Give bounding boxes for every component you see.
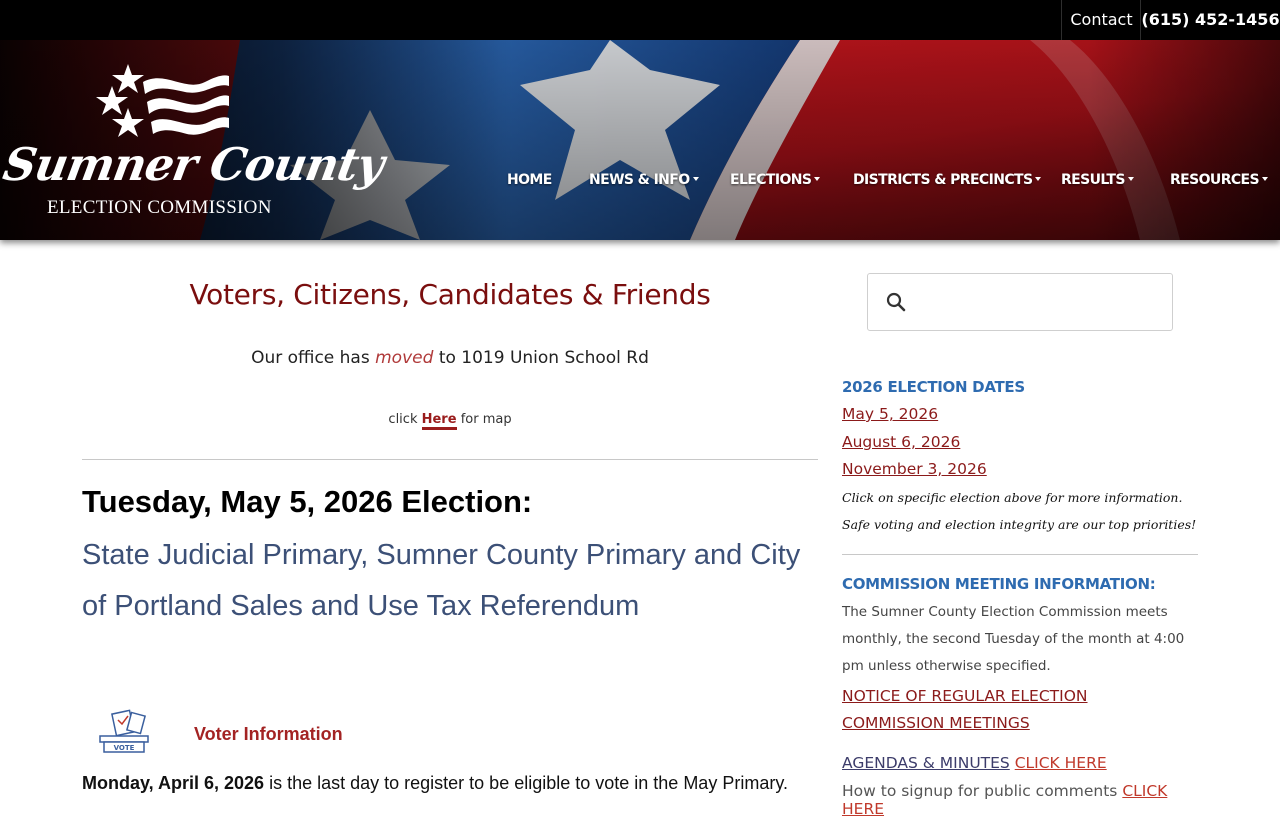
nav-districts-precincts-label: DISTRICTS & PRECINCTS: [853, 172, 1033, 188]
meeting-description: The Sumner County Election Commission me…: [842, 604, 1185, 674]
sidebar-divider: [842, 554, 1198, 555]
agendas-row: AGENDAS & MINUTES CLICK HERE: [842, 754, 1202, 772]
nav-elections[interactable]: ELECTIONS: [730, 172, 821, 188]
office-moved-notice: Our office has moved to 1019 Union Schoo…: [82, 348, 818, 368]
vote-box-icon: VOTE: [99, 709, 149, 753]
agendas-label-link[interactable]: AGENDAS & MINUTES: [842, 754, 1010, 772]
election-dates-note: Click on specific election above for mor…: [842, 490, 1183, 505]
nav-districts-precincts[interactable]: DISTRICTS & PRECINCTS: [853, 172, 1042, 188]
contact-link[interactable]: Contact: [1061, 0, 1141, 40]
chevron-down-icon: [1127, 177, 1134, 181]
voter-information-heading: Voter Information: [194, 724, 343, 744]
nav-news-info-label: NEWS & INFO: [589, 172, 690, 188]
public-comments-label: How to signup for public comments: [842, 782, 1118, 800]
nav-resources[interactable]: RESOURCES: [1170, 172, 1268, 188]
divider: [82, 459, 818, 460]
nav-results[interactable]: RESULTS: [1061, 172, 1134, 188]
election-date-link-november[interactable]: November 3, 2026: [842, 460, 1202, 478]
chevron-down-icon: [1035, 177, 1042, 181]
nav-home[interactable]: HOME: [507, 172, 552, 188]
phone-link[interactable]: (615) 452-1456: [1140, 0, 1280, 40]
public-comments-row: How to signup for public comments CLICK …: [842, 782, 1202, 818]
chevron-down-icon: [814, 177, 821, 181]
registration-text: is the last day to register to be eligib…: [269, 773, 788, 793]
top-bar: Contact (615) 452-1456: [0, 0, 1280, 40]
map-here-link[interactable]: Here: [421, 412, 457, 430]
search-icon: [886, 292, 906, 312]
election-heading: Tuesday, May 5, 2026 Election:: [82, 484, 533, 519]
meeting-notice-link[interactable]: NOTICE OF REGULAR ELECTION COMMISSION ME…: [842, 683, 1192, 737]
search-input[interactable]: [916, 284, 1164, 320]
election-subheading: State Judicial Primary, Sumner County Pr…: [82, 539, 801, 622]
map-prefix-text: click: [388, 412, 418, 427]
election-dates-heading: 2026 ELECTION DATES: [842, 378, 1025, 396]
nav-resources-label: RESOURCES: [1170, 172, 1260, 188]
chevron-down-icon: [1262, 177, 1268, 181]
nav-news-info[interactable]: NEWS & INFO: [589, 172, 699, 188]
map-line: click Here for map: [82, 412, 818, 430]
registration-date: Monday, April 6, 2026: [82, 773, 265, 793]
search-box[interactable]: [867, 273, 1173, 331]
nav-results-label: RESULTS: [1061, 172, 1125, 188]
main-nav: HOME NEWS & INFO ELECTIONS DISTRICTS & P…: [0, 172, 1280, 192]
chevron-down-icon: [692, 177, 699, 181]
integrity-note: Safe voting and election integrity are o…: [842, 517, 1197, 532]
election-date-link-august[interactable]: August 6, 2026: [842, 433, 1202, 451]
election-dates-section: 2026 ELECTION DATES: [842, 378, 1202, 396]
agendas-click-here-link[interactable]: CLICK HERE: [1015, 754, 1107, 772]
site-logo[interactable]: Sumner County ELECTION COMMISSION: [0, 40, 387, 240]
page-title: Voters, Citizens, Candidates & Friends: [189, 278, 711, 311]
vote-icon-label: VOTE: [114, 744, 135, 752]
logo-subtitle: ELECTION COMMISSION: [47, 197, 272, 218]
registration-deadline: Monday, April 6, 2026 is the last day to…: [82, 773, 788, 794]
nav-home-label: HOME: [507, 172, 552, 188]
office-moved-word: moved: [375, 348, 434, 368]
meeting-section: COMMISSION MEETING INFORMATION:: [842, 575, 1202, 593]
election-date-link-may[interactable]: May 5, 2026: [842, 405, 1202, 423]
office-address-text: to 1019 Union School Rd: [438, 348, 649, 368]
nav-elections-label: ELECTIONS: [730, 172, 812, 188]
map-suffix-text: for map: [460, 412, 512, 427]
star-icon: [96, 64, 229, 137]
meeting-heading: COMMISSION MEETING INFORMATION:: [842, 575, 1156, 593]
office-prefix-text: Our office has: [251, 348, 370, 368]
